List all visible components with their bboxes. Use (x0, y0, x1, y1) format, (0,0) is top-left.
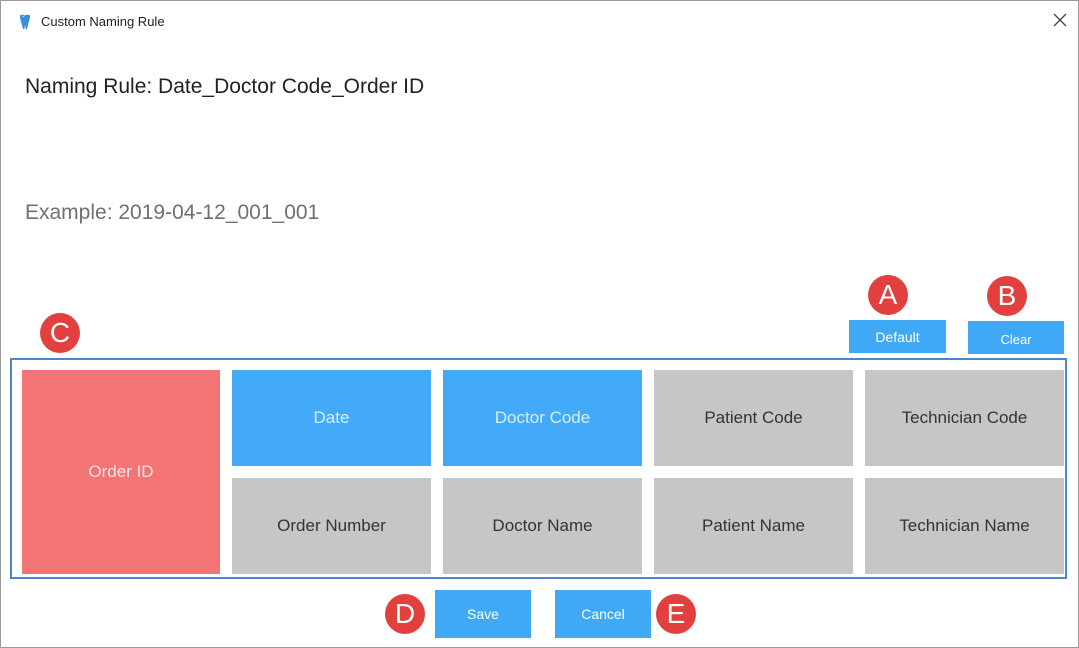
tile-doctor-name[interactable]: Doctor Name (443, 478, 642, 574)
naming-example: Example: 2019-04-12_001_001 (25, 201, 320, 224)
tile-order-id[interactable]: Order ID (22, 370, 220, 574)
default-button[interactable]: Default (849, 320, 946, 353)
marker-d: D (385, 594, 425, 634)
tile-date[interactable]: Date (232, 370, 431, 466)
naming-rule-heading: Naming Rule: Date_Doctor Code_Order ID (25, 75, 425, 98)
window-title: Custom Naming Rule (41, 14, 165, 29)
marker-a: A (868, 275, 908, 315)
close-button[interactable] (1047, 9, 1073, 35)
tile-doctor-code[interactable]: Doctor Code (443, 370, 642, 466)
close-icon (1053, 13, 1067, 32)
custom-naming-rule-dialog: Custom Naming Rule Naming Rule: Date_Doc… (0, 0, 1079, 648)
tile-order-number[interactable]: Order Number (232, 478, 431, 574)
tile-patient-name[interactable]: Patient Name (654, 478, 853, 574)
tile-technician-code[interactable]: Technician Code (865, 370, 1064, 466)
marker-b: B (987, 276, 1027, 316)
tile-technician-name[interactable]: Technician Name (865, 478, 1064, 574)
title-bar: Custom Naming Rule (1, 1, 1078, 41)
tile-patient-code[interactable]: Patient Code (654, 370, 853, 466)
clear-button[interactable]: Clear (968, 321, 1064, 354)
marker-e: E (656, 594, 696, 634)
tooth-icon (19, 14, 31, 30)
cancel-button[interactable]: Cancel (555, 590, 651, 638)
save-button[interactable]: Save (435, 590, 531, 638)
marker-c: C (40, 313, 80, 353)
